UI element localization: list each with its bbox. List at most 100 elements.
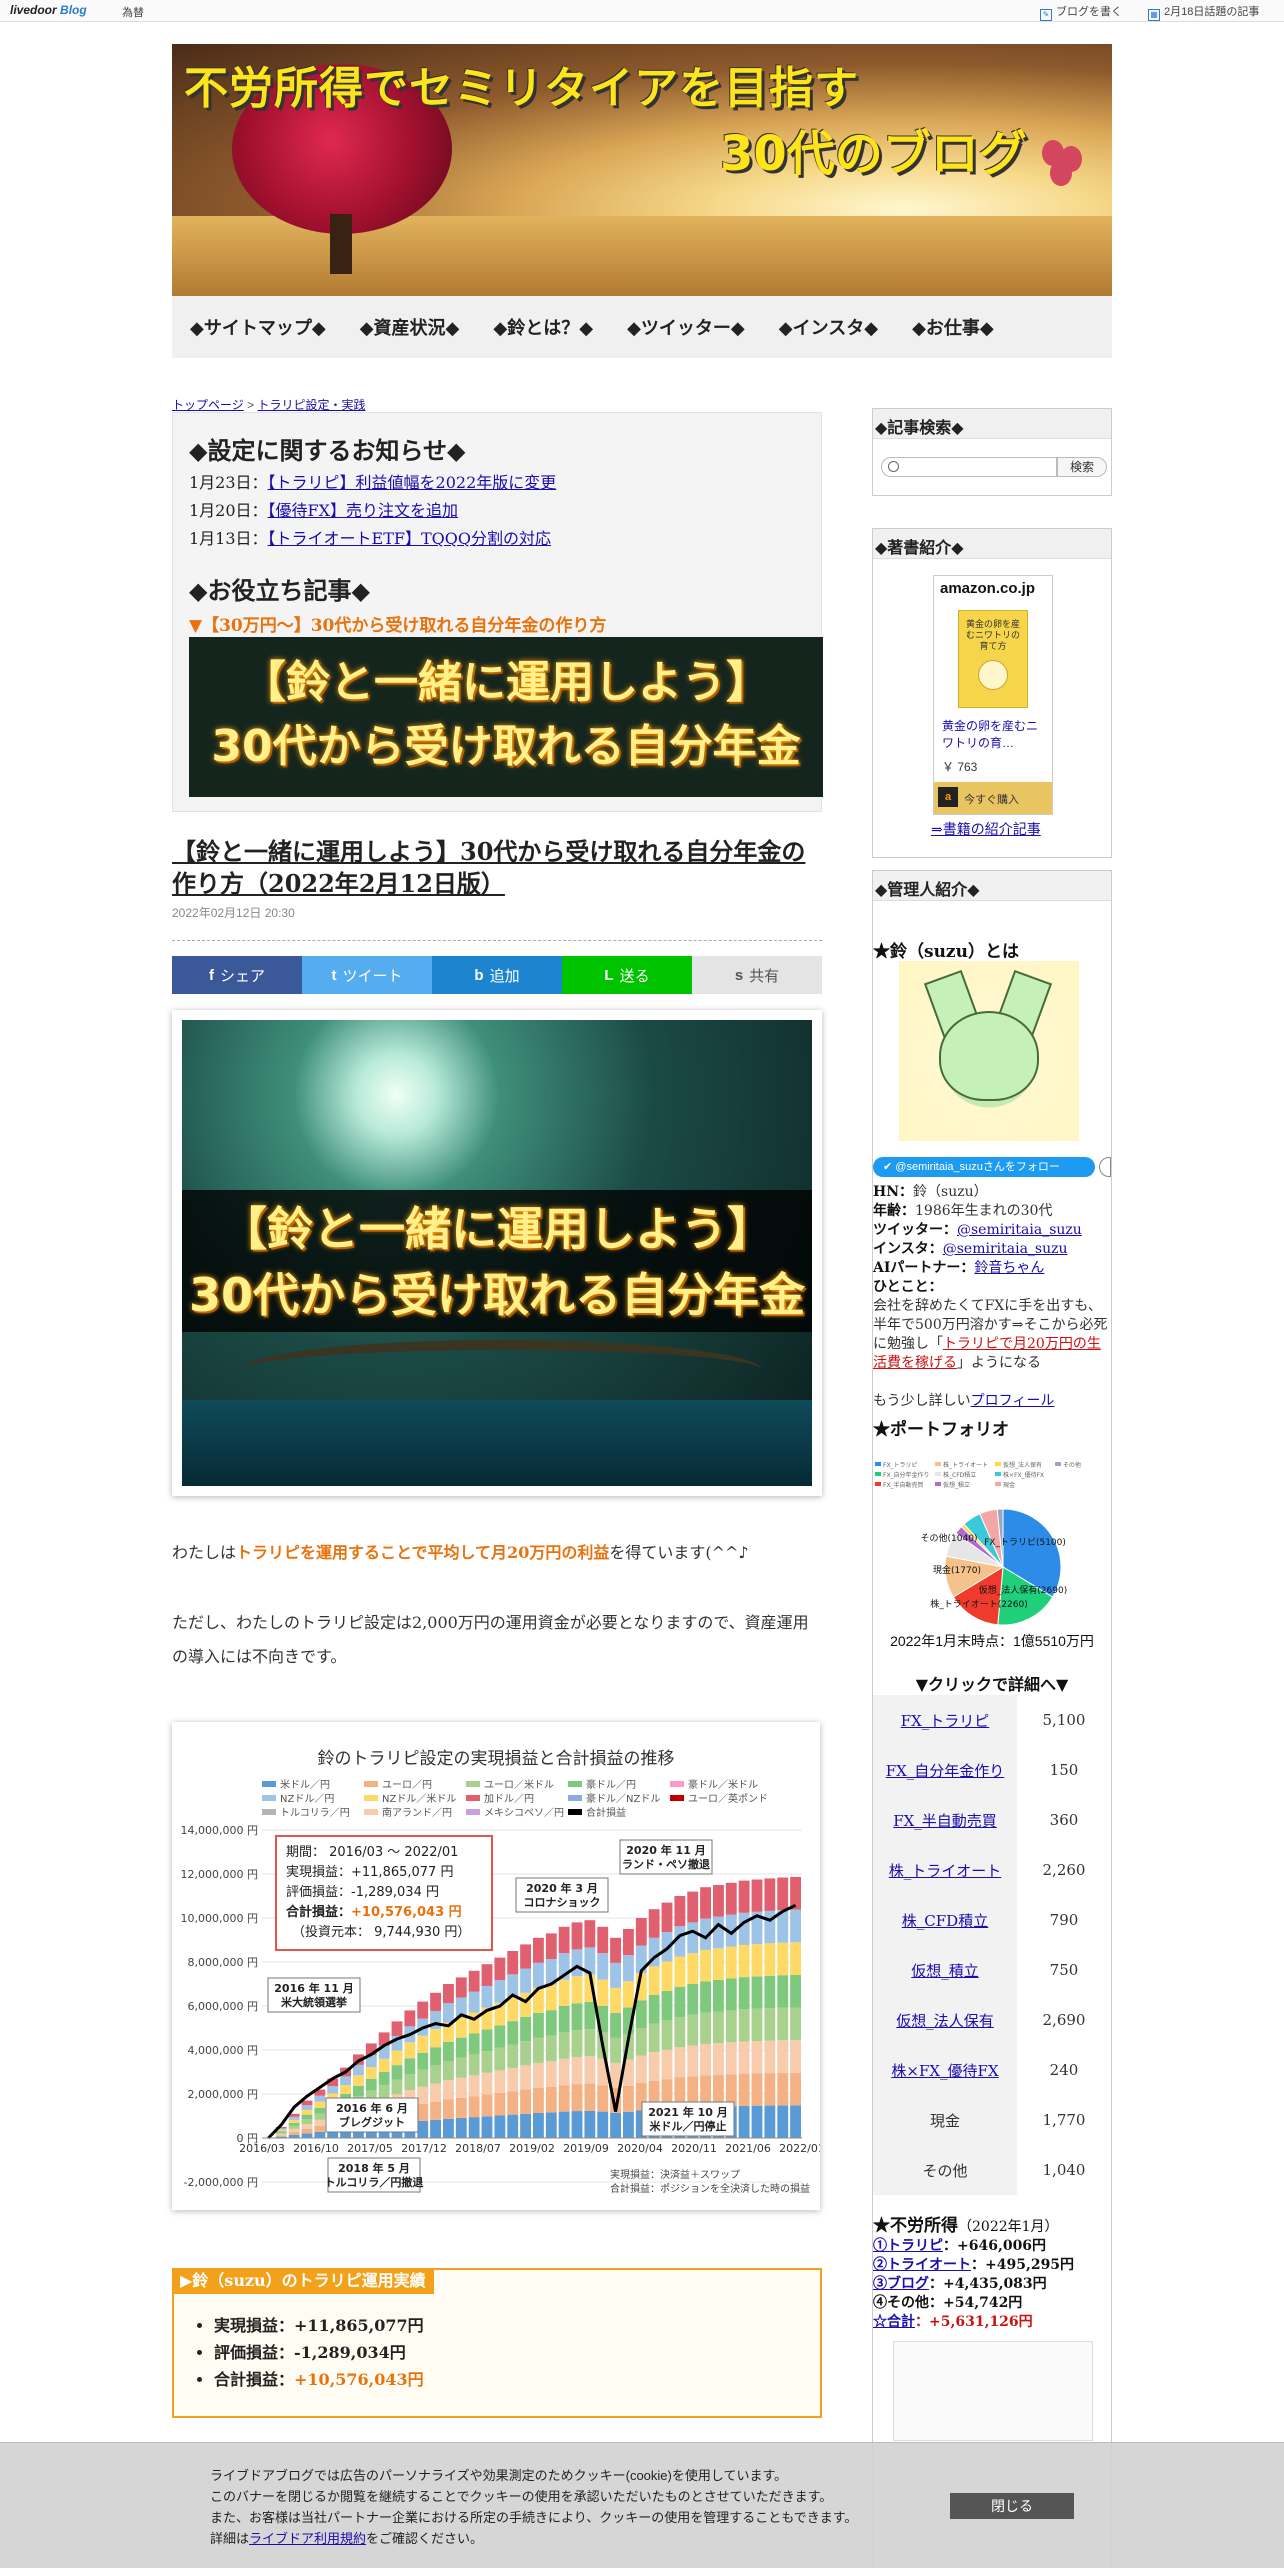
bar-segment <box>443 2061 454 2081</box>
search-button[interactable]: 検索 <box>1057 457 1107 477</box>
twitter-link[interactable]: @semiritaia_suzu <box>957 1222 1082 1238</box>
nav-instagram[interactable]: ◆インスタ◆ <box>779 314 878 340</box>
portfolio-name[interactable]: 仮想_法人保有 <box>896 2012 994 2030</box>
portfolio-name[interactable]: 株_CFD積立 <box>902 1912 988 1930</box>
bar-segment <box>378 2072 390 2086</box>
pie-slice-label: 仮想_法人保有(2690) <box>979 1584 1067 1596</box>
breadcrumb-home[interactable]: トップページ <box>172 398 244 412</box>
cookie-close-button[interactable]: 閉じる <box>950 2493 1074 2519</box>
bar-segment <box>301 2119 313 2124</box>
bar-segment <box>558 2058 570 2086</box>
forex-link[interactable]: 為替 <box>122 4 144 20</box>
nav-sitemap[interactable]: ◆サイトマップ◆ <box>190 314 326 340</box>
bar-segment <box>468 2033 480 2055</box>
bar-segment <box>623 2085 634 2112</box>
bar-segment <box>455 2097 467 2118</box>
bar-segment <box>443 2099 454 2119</box>
portfolio-row[interactable]: FX_トラリピ 5,100 <box>873 1695 1111 1745</box>
portfolio-name[interactable]: FX_自分年金作り <box>886 1762 1005 1780</box>
notice-link[interactable]: 【トラリピ】利益値幅を2022年版に変更 <box>268 473 557 492</box>
portfolio-row[interactable]: 仮想_積立 750 <box>873 1945 1111 1995</box>
article-title[interactable]: 【鈴と一緒に運用しよう】30代から受け取れる自分年金の作り方（2022年2月12… <box>172 836 822 900</box>
income-row: ①トラリピ：+646,006円 <box>873 2238 1047 2254</box>
bar-segment <box>584 2110 596 2138</box>
bar-segment <box>751 2073 763 2106</box>
book-intro-link[interactable]: ⇒書籍の紹介記事 <box>931 819 1041 839</box>
hatena-bookmark-button[interactable]: b 追加 <box>432 956 562 994</box>
bar-segment <box>700 1887 711 1919</box>
line-share-button[interactable]: L 送る <box>562 956 692 994</box>
book-cover-image[interactable]: 黄金の卵を産むニワトリの育て方 <box>958 610 1028 708</box>
nav-work[interactable]: ◆お仕事◆ <box>912 314 994 340</box>
book-title-link[interactable]: 黄金の卵を産むニワトリの育… <box>942 718 1048 752</box>
pension-article-banner[interactable]: 【鈴と一緒に運用しよう】 30代から受け取れる自分年金 <box>189 637 823 797</box>
bar-segment <box>545 2035 557 2062</box>
livedoor-blog-logo[interactable]: livedoor Blog <box>10 3 87 17</box>
breadcrumb-category[interactable]: トラリピ設定・実践 <box>257 398 365 412</box>
portfolio-name[interactable]: FX_半自動売買 <box>893 1812 997 1830</box>
trending-articles-link[interactable]: ▦ 2月18日話題の記事 <box>1148 3 1259 21</box>
bar-segment <box>713 2011 724 2044</box>
nav-twitter[interactable]: ◆ツイッター◆ <box>627 314 745 340</box>
notice-title: ◆設定に関するお知らせ◆ <box>189 436 466 465</box>
nav-about[interactable]: ◆鈴とは？◆ <box>493 314 593 340</box>
income-link[interactable]: ①トラリピ <box>873 2238 943 2254</box>
bar-segment <box>738 1977 750 2010</box>
portfolio-row[interactable]: 株×FX_優待FX 240 <box>873 2045 1111 2095</box>
income-link[interactable]: ☆合計 <box>873 2314 915 2330</box>
portfolio-name[interactable]: 株_トライオート <box>889 1862 1002 1880</box>
useful-article-link[interactable]: ▼【30万円～】30代から受け取れる自分年金の作り方 <box>189 611 606 636</box>
write-blog-link[interactable]: ✎ ブログを書く <box>1040 3 1122 21</box>
portfolio-name[interactable]: 仮想_積立 <box>911 1962 979 1980</box>
header-title-line1: 不労所得でセミリタイアを目指す <box>184 63 859 114</box>
bar-segment <box>790 1974 801 2008</box>
legend-swatch <box>364 1781 378 1787</box>
bar-segment <box>764 1975 776 2009</box>
bar-segment <box>430 2101 441 2120</box>
terms-link[interactable]: ライブドア利用規約 <box>249 2531 366 2546</box>
buy-now-button[interactable]: a 今すぐ購入 <box>934 782 1052 814</box>
bar-segment <box>558 2111 570 2138</box>
notice-list: 1月23日：【トラリピ】利益値幅を2022年版に変更 1月20日：【優待FX】売… <box>189 469 556 553</box>
bar-segment <box>468 1970 480 1992</box>
realized-pl-item: 実現損益：+11,865,077円 <box>214 2312 424 2339</box>
bar-segment <box>533 2037 544 2063</box>
income-link[interactable]: ③ブログ <box>873 2276 929 2292</box>
bar-segment <box>481 2029 493 2052</box>
nav-assets[interactable]: ◆資産状況◆ <box>360 314 460 340</box>
portfolio-row[interactable]: 株_CFD積立 790 <box>873 1895 1111 1945</box>
generic-share-button[interactable]: s 共有 <box>692 956 822 994</box>
facebook-share-button[interactable]: f シェア <box>172 956 302 994</box>
pie-legend-label: FX_トラリピ <box>883 1462 918 1469</box>
bar-segment <box>443 2003 454 2023</box>
bar-segment <box>687 1984 699 2015</box>
income-row: ☆合計：+5,631,126円 <box>873 2314 1033 2330</box>
legend-swatch <box>568 1795 582 1801</box>
bar-segment <box>610 1987 621 2013</box>
notice-link[interactable]: 【優待FX】売り注文を追加 <box>268 501 459 520</box>
income-trend-chart[interactable] <box>893 2341 1093 2441</box>
blog-header-banner[interactable]: 不労所得でセミリタイアを目指す 30代のブログ <box>172 44 1112 296</box>
portfolio-row[interactable]: FX_半自動売買 360 <box>873 1795 1111 1845</box>
amazon-book-card[interactable]: amazon.co.jp 黄金の卵を産むニワトリの育て方 黄金の卵を産むニワトリ… <box>933 575 1053 815</box>
profile-link[interactable]: プロフィール <box>971 1393 1055 1409</box>
results-box: ▶鈴（suzu）のトラリピ運用実績 実現損益：+11,865,077円 評価損益… <box>172 2268 822 2418</box>
search-input[interactable] <box>881 457 1057 477</box>
twitter-share-button[interactable]: t ツイート <box>302 956 432 994</box>
portfolio-row[interactable]: 株_トライオート 2,260 <box>873 1845 1111 1895</box>
bar-segment <box>571 1949 583 1977</box>
ai-partner-link[interactable]: 鈴音ちゃん <box>974 1260 1044 1276</box>
portfolio-name[interactable]: 株×FX_優待FX <box>891 2062 998 2080</box>
annotation-label: 2018 年 5 月 <box>338 2161 410 2175</box>
instagram-link[interactable]: @semiritaia_suzu <box>943 1241 1068 1257</box>
portfolio-row[interactable]: 仮想_法人保有 2,690 <box>873 1995 1111 2045</box>
article-hero-image: 【鈴と一緒に運用しよう】 30代から受け取れる自分年金 <box>172 1010 822 1496</box>
twitter-follow-button[interactable]: ✔ @semiritaia_suzuさんをフォロー <box>873 1157 1095 1177</box>
portfolio-name[interactable]: FX_トラリピ <box>901 1712 990 1730</box>
notice-item: 1月23日：【トラリピ】利益値幅を2022年版に変更 <box>189 473 557 492</box>
bar-segment <box>610 1962 621 1988</box>
portfolio-row[interactable]: FX_自分年金作り 150 <box>873 1745 1111 1795</box>
notice-link[interactable]: 【トライオートETF】TQQQ分割の対応 <box>268 529 551 548</box>
income-link[interactable]: ②トライオート <box>873 2257 971 2273</box>
bar-segment <box>520 2065 531 2090</box>
